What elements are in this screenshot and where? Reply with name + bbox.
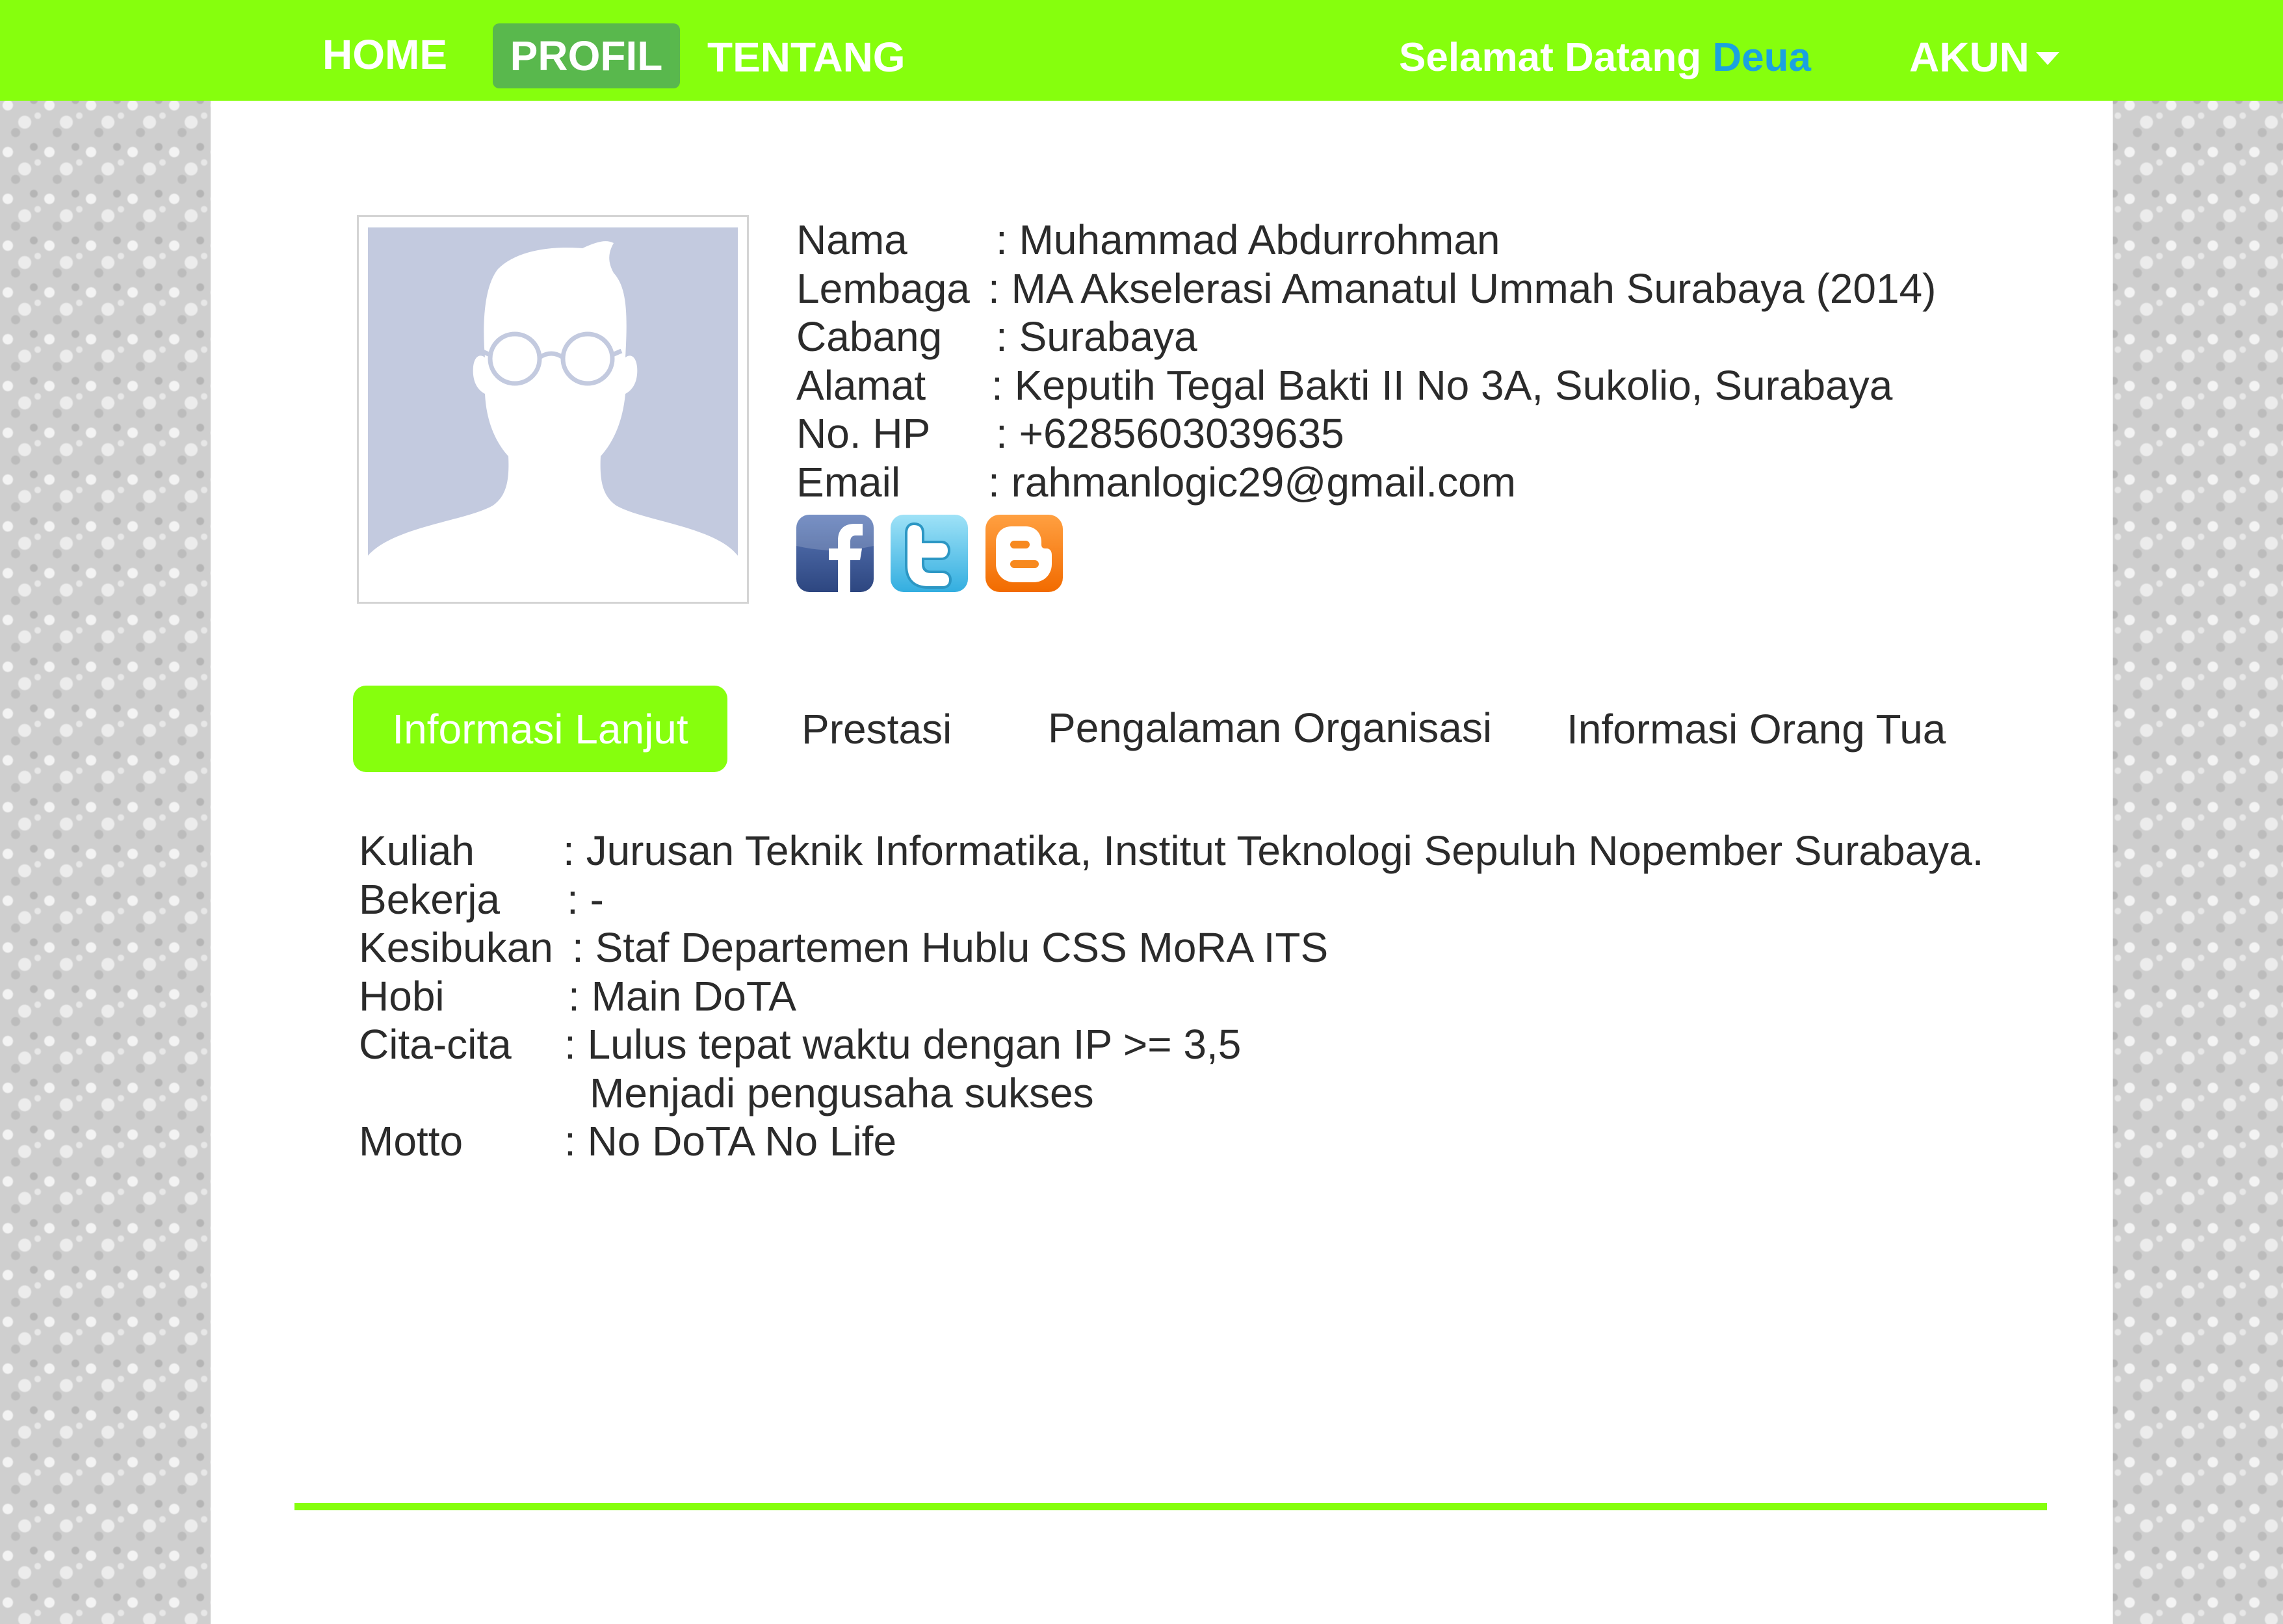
- profile-photo: [357, 215, 749, 604]
- detail-value: : Jurusan Teknik Informatika, Institut T…: [563, 827, 1984, 874]
- welcome-prefix: Selamat Datang: [1399, 35, 1702, 80]
- info-value: : Surabaya: [996, 313, 1197, 360]
- info-value: : +6285603039635: [996, 410, 1344, 457]
- footer-divider: [294, 1503, 2047, 1510]
- tab-pengalaman-organisasi[interactable]: Pengalaman Organisasi: [1048, 704, 1492, 752]
- info-label: Cabang: [796, 313, 943, 360]
- detail-value: Menjadi pengusaha sukses: [590, 1069, 1094, 1116]
- tab-prestasi[interactable]: Prestasi: [802, 705, 952, 753]
- detail-value: : Staf Departemen Hublu CSS MoRA ITS: [572, 924, 1329, 971]
- info-label: Alamat: [796, 361, 926, 409]
- detail-value: : Lulus tepat waktu dengan IP >= 3,5: [564, 1021, 1242, 1068]
- username: Deua: [1712, 35, 1811, 80]
- detail-label: Motto: [359, 1118, 463, 1165]
- detail-value: : No DoTA No Life: [564, 1118, 897, 1165]
- detail-label: Cita-cita: [359, 1021, 512, 1068]
- info-value: : MA Akselerasi Amanatul Ummah Surabaya …: [988, 264, 1937, 312]
- facebook-icon[interactable]: [796, 515, 874, 592]
- caret-down-icon: [2035, 52, 2059, 65]
- info-value: : Muhammad Abdurrohman: [996, 216, 1500, 263]
- tab-informasi-lanjut[interactable]: Informasi Lanjut: [353, 686, 727, 772]
- blogger-icon[interactable]: [985, 515, 1063, 592]
- twitter-icon[interactable]: [891, 515, 968, 592]
- detail-value: : Main DoTA: [568, 972, 796, 1020]
- info-label: Nama: [796, 216, 907, 263]
- info-label: No. HP: [796, 410, 931, 457]
- nav-profil-link[interactable]: PROFIL: [493, 23, 680, 88]
- detail-label: Kesibukan: [359, 924, 553, 971]
- nav-tentang-link[interactable]: TENTANG: [707, 36, 906, 78]
- top-navbar: HOME PROFIL TENTANG Selamat Datang Deua …: [0, 0, 2283, 101]
- account-menu[interactable]: AKUN: [1909, 36, 2059, 78]
- info-label: Email: [796, 458, 901, 506]
- welcome-message: Selamat Datang Deua: [1399, 38, 1811, 78]
- info-value: : Keputih Tegal Bakti II No 3A, Sukolio,…: [991, 361, 1893, 409]
- info-value: : rahmanlogic29@gmail.com: [988, 458, 1516, 506]
- detail-value: : -: [567, 875, 604, 923]
- avatar-placeholder-icon: [368, 227, 738, 593]
- detail-label: Kuliah: [359, 827, 475, 874]
- info-label: Lembaga: [796, 264, 970, 312]
- detail-label: Hobi: [359, 972, 445, 1020]
- account-label: AKUN: [1909, 34, 2029, 81]
- detail-label: Bekerja: [359, 875, 500, 923]
- tab-informasi-orang-tua[interactable]: Informasi Orang Tua: [1567, 705, 1946, 753]
- nav-home-link[interactable]: HOME: [322, 34, 447, 75]
